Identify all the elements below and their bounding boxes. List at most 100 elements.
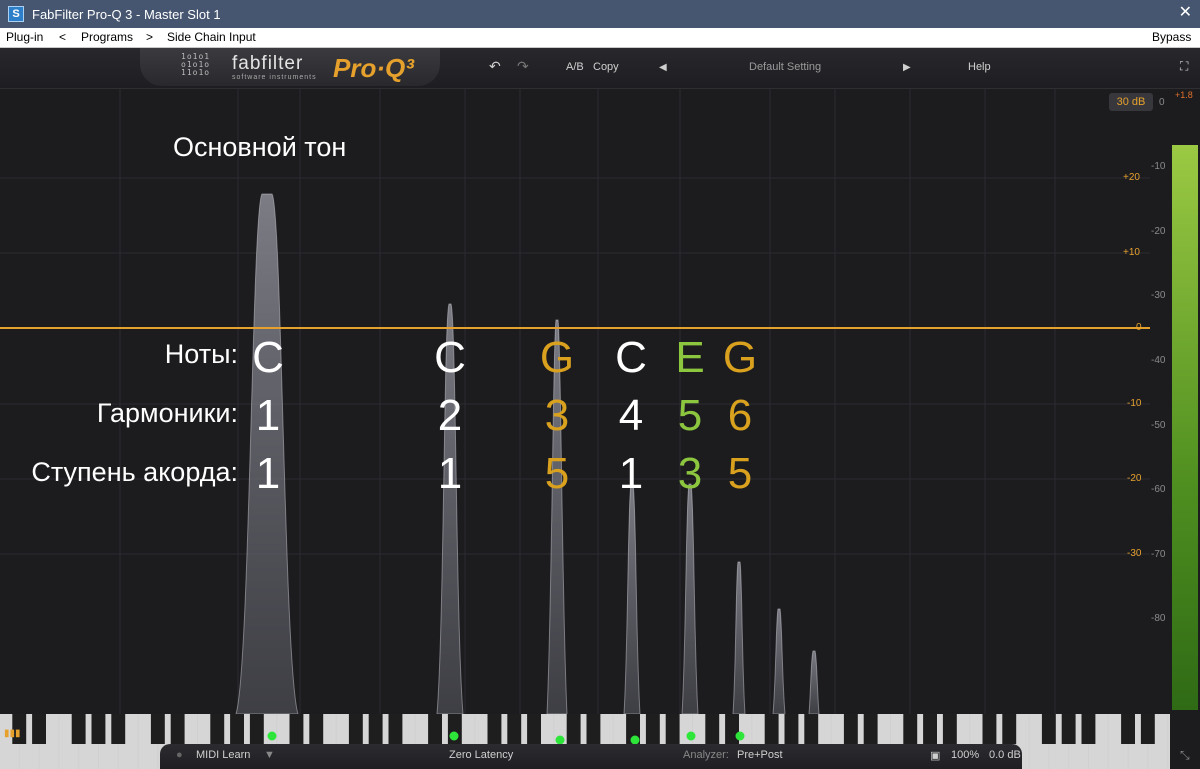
analyzer-scale-label: -50 [1151, 420, 1166, 431]
output-gain-value[interactable]: 0.0 dB [989, 749, 1021, 761]
harmonic-note: G [539, 333, 575, 382]
harmonic-note: C [434, 333, 466, 382]
harmonics-row-label: Гармоники: [96, 398, 238, 428]
harmonic-harmonic: 6 [727, 391, 753, 440]
piano-black-key[interactable] [566, 714, 581, 744]
piano-black-key[interactable] [1140, 714, 1155, 744]
piano-black-key[interactable] [388, 714, 403, 744]
analyzer-scale-label: -40 [1151, 355, 1166, 366]
piano-black-key[interactable] [527, 714, 541, 744]
harmonic-degree: 1 [255, 449, 281, 498]
logo-product: Pro·Q³ [333, 53, 414, 83]
piano-black-key[interactable] [784, 714, 799, 744]
analyzer-scale-label: -70 [1151, 549, 1166, 560]
copy-button[interactable]: Copy [593, 61, 619, 73]
help-button[interactable]: Help [968, 61, 991, 73]
piano-black-key[interactable] [923, 714, 937, 744]
piano-black-key[interactable] [91, 714, 106, 744]
gain-scale-label: -30 [1127, 548, 1142, 559]
piano-black-key[interactable] [665, 714, 680, 744]
harmonic-degree: 1 [618, 449, 644, 498]
piano-black-key[interactable] [1002, 714, 1017, 744]
harmonic-note: C [252, 333, 284, 382]
harmonic-harmonic: 4 [618, 391, 644, 440]
resize-handle-icon[interactable]: ⤡ [1180, 748, 1190, 763]
ab-button[interactable]: A/B [566, 61, 584, 73]
harmonic-harmonic: 5 [677, 391, 703, 440]
peak-harmonic-7 [772, 608, 786, 715]
piano-black-key[interactable] [1081, 714, 1096, 744]
logo-bits: 1o1o1 o1o1o 11o1o [181, 53, 210, 77]
latency-mode-button[interactable]: Zero Latency [449, 749, 513, 761]
piano-black-key[interactable] [764, 714, 779, 744]
analyzer-scale-label: -80 [1151, 613, 1166, 624]
piano-black-key[interactable] [210, 714, 225, 744]
preset-name[interactable]: Default Setting [749, 61, 821, 73]
piano-black-key[interactable] [705, 714, 720, 744]
piano-black-key[interactable] [725, 714, 739, 744]
menu-programs[interactable]: Programs [81, 30, 133, 44]
window-title: FabFilter Pro-Q 3 - Master Slot 1 [32, 7, 221, 22]
active-note-indicator [735, 731, 745, 741]
piano-black-key[interactable] [843, 714, 858, 744]
piano-black-key[interactable] [942, 714, 957, 744]
analyzer-mode-button[interactable]: Pre+Post [737, 749, 783, 761]
gain-scale-label: -10 [1127, 398, 1142, 409]
harmonic-note: G [722, 333, 758, 382]
menu-prev-program[interactable]: < [59, 30, 66, 44]
menu-next-program[interactable]: > [146, 30, 153, 44]
piano-black-key[interactable] [289, 714, 304, 744]
peak-harmonic-8 [808, 650, 820, 715]
piano-black-key[interactable] [428, 714, 442, 744]
piano-black-key[interactable] [903, 714, 918, 744]
harmonic-degree: 3 [677, 449, 703, 498]
menu-plugin[interactable]: Plug-in [6, 30, 43, 44]
harmonic-harmonic: 1 [255, 391, 281, 440]
piano-black-key[interactable] [1061, 714, 1076, 744]
midi-learn-button[interactable]: MIDI Learn [196, 749, 250, 761]
piano-black-key[interactable] [71, 714, 86, 744]
gain-scale-label: 0 [1136, 322, 1142, 333]
save-icon[interactable]: ▣ [930, 749, 940, 762]
redo-icon[interactable]: ↷ [517, 58, 529, 75]
piano-black-key[interactable] [309, 714, 324, 744]
logo: 1o1o1 o1o1o 11o1o fabfilter software ins… [140, 48, 440, 86]
fullscreen-icon[interactable]: ⛶ [1180, 59, 1188, 74]
piano-black-key[interactable] [804, 714, 819, 744]
piano-white-key[interactable] [1168, 714, 1170, 769]
analyzer-scale-label: -60 [1151, 484, 1166, 495]
display-range-button[interactable]: 30 dB [1109, 93, 1153, 111]
next-preset-icon[interactable]: ▶ [903, 62, 911, 73]
zoom-value[interactable]: 100% [951, 749, 979, 761]
piano-black-key[interactable] [645, 714, 660, 744]
piano-black-key[interactable] [487, 714, 502, 744]
prev-preset-icon[interactable]: ◀ [659, 62, 667, 73]
harmonic-note: C [615, 333, 647, 382]
piano-black-key[interactable] [249, 714, 264, 744]
gain-scale-label: -20 [1127, 473, 1142, 484]
midi-learn-dropdown-icon[interactable]: ▼ [264, 749, 275, 761]
piano-black-key[interactable] [1121, 714, 1135, 744]
menu-bypass[interactable]: Bypass [1152, 30, 1191, 44]
piano-black-key[interactable] [982, 714, 997, 744]
piano-black-key[interactable] [32, 714, 46, 744]
piano-black-key[interactable] [586, 714, 601, 744]
harmonic-harmonic: 3 [544, 391, 570, 440]
plugin-area: 1o1o1 o1o1o 11o1o fabfilter software ins… [0, 48, 1200, 769]
undo-icon[interactable]: ↶ [489, 58, 501, 75]
active-note-indicator [686, 731, 696, 741]
piano-black-key[interactable] [368, 714, 383, 744]
close-button[interactable]: ✕ [1179, 4, 1192, 22]
piano-black-key[interactable] [863, 714, 878, 744]
piano-black-key[interactable] [507, 714, 522, 744]
analyzer-scale-label: -10 [1151, 161, 1166, 172]
piano-black-key[interactable] [111, 714, 126, 744]
piano-keyboard-icon[interactable]: ▮▮▮ [4, 728, 21, 739]
piano-black-key[interactable] [170, 714, 185, 744]
piano-black-key[interactable] [230, 714, 244, 744]
piano-black-key[interactable] [150, 714, 165, 744]
menu-side-chain-input[interactable]: Side Chain Input [167, 30, 256, 44]
piano-black-key[interactable] [1041, 714, 1056, 744]
piano-black-key[interactable] [348, 714, 363, 744]
notes-row-label: Ноты: [164, 339, 238, 369]
